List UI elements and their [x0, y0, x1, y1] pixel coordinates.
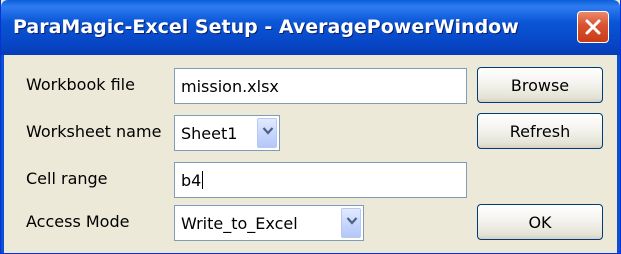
cell-range-value: b4 [181, 170, 202, 190]
cell-range-label: Cell range [26, 169, 108, 188]
setup-dialog: ParaMagic-Excel Setup - AveragePowerWind… [0, 0, 621, 254]
close-icon [585, 19, 601, 35]
chevron-down-icon [346, 217, 358, 225]
access-mode-label: Access Mode [26, 212, 130, 231]
window-title: ParaMagic-Excel Setup - AveragePowerWind… [13, 16, 519, 38]
worksheet-name-value: Sheet1 [181, 123, 238, 143]
access-mode-select[interactable]: Write_to_Excel [174, 205, 364, 241]
chevron-down-icon [262, 127, 274, 135]
browse-button[interactable]: Browse [477, 67, 603, 103]
worksheet-dropdown-button[interactable] [257, 118, 277, 148]
access-mode-dropdown-button[interactable] [341, 208, 361, 238]
refresh-button[interactable]: Refresh [477, 113, 603, 149]
dialog-body: Workbook file mission.xlsx Browse Worksh… [1, 55, 620, 253]
worksheet-name-label: Worksheet name [26, 122, 162, 141]
worksheet-name-select[interactable]: Sheet1 [174, 115, 280, 151]
workbook-file-label: Workbook file [26, 75, 135, 94]
close-button[interactable] [577, 11, 609, 43]
ok-button[interactable]: OK [477, 204, 603, 240]
text-cursor [202, 171, 204, 189]
workbook-file-input[interactable]: mission.xlsx [174, 68, 467, 104]
title-bar[interactable]: ParaMagic-Excel Setup - AveragePowerWind… [1, 0, 620, 55]
access-mode-value: Write_to_Excel [181, 213, 298, 233]
cell-range-input[interactable]: b4 [174, 162, 467, 198]
workbook-file-value: mission.xlsx [181, 76, 279, 96]
